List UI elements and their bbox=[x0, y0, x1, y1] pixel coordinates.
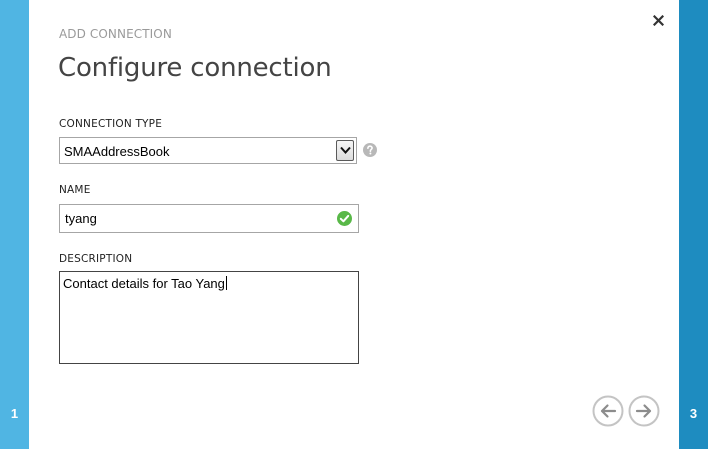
step-rail-next: 3 bbox=[679, 0, 708, 449]
step-number-next: 3 bbox=[689, 406, 698, 421]
arrow-left-icon bbox=[592, 395, 624, 427]
close-icon bbox=[653, 15, 664, 26]
name-label: NAME bbox=[59, 184, 91, 196]
name-input[interactable]: tyang bbox=[59, 204, 359, 233]
back-button[interactable] bbox=[592, 395, 624, 427]
text-caret bbox=[225, 276, 227, 290]
description-value: Contact details for Tao Yang bbox=[63, 276, 227, 291]
name-value: tyang bbox=[65, 211, 97, 226]
connection-type-value: SMAAddressBook bbox=[64, 144, 170, 159]
dropdown-button[interactable] bbox=[336, 140, 354, 161]
description-textarea[interactable]: Contact details for Tao Yang bbox=[59, 271, 359, 364]
description-label: DESCRIPTION bbox=[59, 253, 133, 265]
step-number-previous: 1 bbox=[10, 406, 19, 421]
connection-type-label: CONNECTION TYPE bbox=[59, 118, 163, 130]
chevron-down-icon bbox=[340, 146, 351, 154]
next-button[interactable] bbox=[628, 395, 660, 427]
wizard-eyebrow: ADD CONNECTION bbox=[59, 27, 172, 41]
arrow-right-icon bbox=[628, 395, 660, 427]
page-title: Configure connection bbox=[58, 53, 332, 83]
description-text: Contact details for Tao Yang bbox=[63, 276, 225, 291]
checkmark-icon bbox=[337, 211, 352, 226]
step-rail-previous: 1 bbox=[0, 0, 29, 449]
close-button[interactable] bbox=[653, 12, 667, 28]
help-icon[interactable] bbox=[363, 143, 377, 157]
connection-type-select[interactable]: SMAAddressBook bbox=[59, 137, 357, 164]
